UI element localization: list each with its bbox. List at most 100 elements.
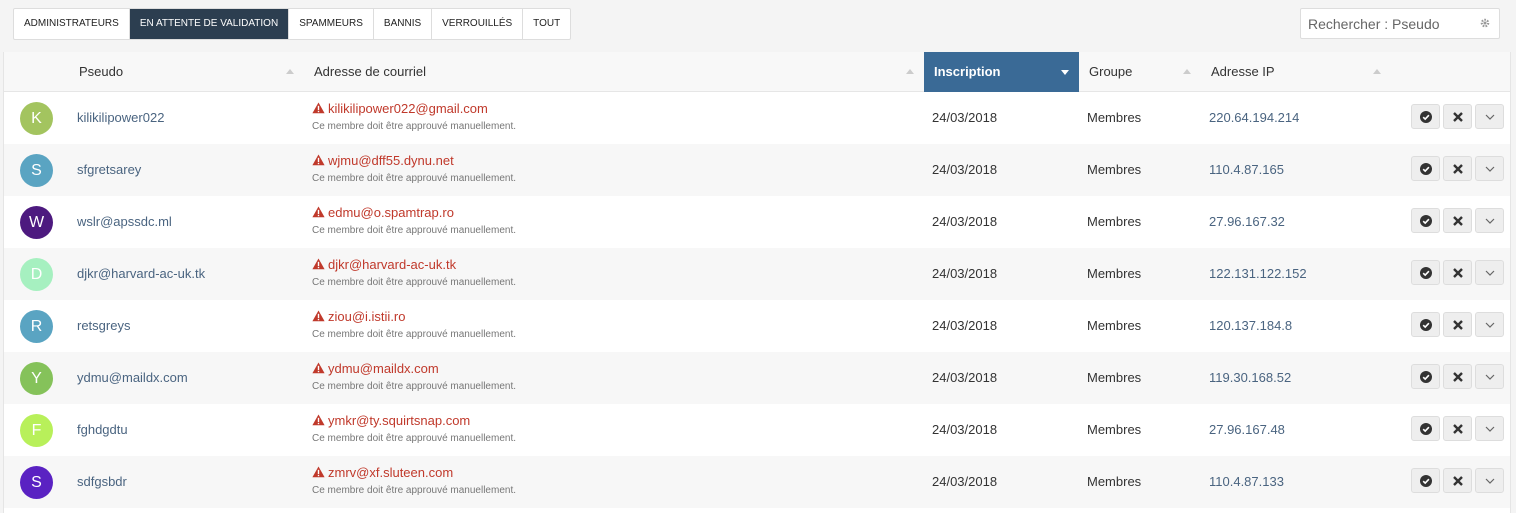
member-email-text: wjmu@dff55.dynu.net	[328, 153, 454, 168]
chevron-down-icon	[1485, 426, 1495, 432]
member-pseudo-link[interactable]: fghdgdtu	[77, 422, 128, 437]
member-email: ymkr@ty.squirtsnap.com	[312, 413, 470, 428]
reject-button[interactable]	[1443, 104, 1472, 129]
tab-bannis[interactable]: BANNIS	[374, 9, 433, 39]
tab-verrouilles[interactable]: VERROUILLÉS	[432, 9, 524, 39]
member-email-text: ymkr@ty.squirtsnap.com	[328, 413, 471, 428]
tab-spammeurs[interactable]: SPAMMEURS	[289, 9, 374, 39]
ip-address-link[interactable]: 122.131.122.152	[1209, 266, 1307, 281]
ip-address-link[interactable]: 27.96.167.32	[1209, 214, 1285, 229]
reject-button[interactable]	[1443, 208, 1472, 233]
avatar[interactable]: W	[20, 206, 53, 239]
more-actions-button[interactable]	[1475, 260, 1504, 285]
search-input[interactable]	[1308, 9, 1473, 38]
chevron-down-icon	[1485, 478, 1495, 484]
more-actions-button[interactable]	[1475, 104, 1504, 129]
table-row: Kkilikilipower022 kilikilipower022@gmail.…	[4, 92, 1510, 144]
reject-button[interactable]	[1443, 156, 1472, 181]
more-actions-button[interactable]	[1475, 468, 1504, 493]
tab-administrateurs[interactable]: ADMINISTRATEURS	[14, 9, 130, 39]
member-pseudo-link[interactable]: djkr@harvard-ac-uk.tk	[77, 266, 205, 281]
approve-button[interactable]	[1411, 312, 1440, 337]
sort-desc-icon	[1061, 70, 1069, 75]
column-pseudo[interactable]: Pseudo	[69, 52, 304, 92]
registration-date: 24/03/2018	[932, 474, 998, 489]
avatar[interactable]: D	[20, 258, 53, 291]
member-email: edmu@o.spamtrap.ro	[312, 205, 454, 220]
approve-button[interactable]	[1411, 468, 1440, 493]
column-inscription[interactable]: Inscription	[924, 52, 1079, 92]
approve-button[interactable]	[1411, 416, 1440, 441]
member-pseudo-link[interactable]: retsgreys	[77, 318, 130, 333]
check-circle-icon	[1420, 267, 1432, 279]
member-email-text: kilikilipower022@gmail.com	[328, 101, 488, 116]
ip-address-link[interactable]: 27.96.167.48	[1209, 422, 1285, 437]
approval-note: Ce membre doit être approuvé manuellemen…	[312, 485, 516, 496]
more-actions-button[interactable]	[1475, 364, 1504, 389]
reject-button[interactable]	[1443, 416, 1472, 441]
avatar[interactable]: F	[20, 414, 53, 447]
close-icon	[1453, 476, 1463, 486]
member-email-text: djkr@harvard-ac-uk.tk	[328, 257, 457, 272]
approval-note: Ce membre doit être approuvé manuellemen…	[312, 173, 516, 184]
sort-icon	[1373, 69, 1381, 74]
avatar[interactable]: Y	[20, 362, 53, 395]
member-pseudo-link[interactable]: sfgretsarey	[77, 162, 141, 177]
member-pseudo-link[interactable]: kilikilipower022	[77, 110, 164, 125]
member-email: wjmu@dff55.dynu.net	[312, 153, 454, 168]
tab-en-attente-de-validation[interactable]: EN ATTENTE DE VALIDATION	[129, 9, 290, 39]
toolbar: ADMINISTRATEURS EN ATTENTE DE VALIDATION…	[0, 0, 1516, 52]
filter-tabs: ADMINISTRATEURS EN ATTENTE DE VALIDATION…	[13, 8, 572, 40]
avatar[interactable]: S	[20, 466, 53, 499]
member-group: Membres	[1087, 474, 1142, 489]
ip-address-link[interactable]: 120.137.184.8	[1209, 318, 1292, 333]
member-email: zmrv@xf.sluteen.com	[312, 465, 453, 480]
column-inscription-label: Inscription	[934, 64, 1001, 79]
column-ip[interactable]: Adresse IP	[1201, 52, 1391, 92]
ip-address-link[interactable]: 110.4.87.133	[1209, 474, 1284, 489]
avatar[interactable]: R	[20, 310, 53, 343]
approve-button[interactable]	[1411, 156, 1440, 181]
approval-note: Ce membre doit être approuvé manuellemen…	[312, 381, 516, 392]
column-groupe[interactable]: Groupe	[1079, 52, 1201, 92]
table-row: Wwslr@apssdc.ml edmu@o.spamtrap.ro Ce memb…	[4, 196, 1510, 248]
check-circle-icon	[1420, 215, 1432, 227]
member-email: kilikilipower022@gmail.com	[312, 101, 488, 116]
close-icon	[1453, 424, 1463, 434]
warning-icon	[312, 414, 325, 426]
more-actions-button[interactable]	[1475, 416, 1504, 441]
ip-address-link[interactable]: 119.30.168.52	[1209, 370, 1291, 385]
warning-icon	[312, 206, 325, 218]
approve-button[interactable]	[1411, 260, 1440, 285]
ip-address-link[interactable]: 110.4.87.165	[1209, 162, 1284, 177]
member-group: Membres	[1087, 318, 1142, 333]
reject-button[interactable]	[1443, 468, 1472, 493]
column-email[interactable]: Adresse de courriel	[304, 52, 924, 92]
more-actions-button[interactable]	[1475, 156, 1504, 181]
approve-button[interactable]	[1411, 104, 1440, 129]
approve-button[interactable]	[1411, 364, 1440, 389]
chevron-down-icon	[1485, 166, 1495, 172]
gear-icon[interactable]	[1479, 17, 1491, 29]
warning-icon	[312, 102, 325, 114]
close-icon	[1453, 268, 1463, 278]
avatar[interactable]: S	[20, 154, 53, 187]
avatar[interactable]: K	[20, 102, 53, 135]
member-email: ydmu@maildx.com	[312, 361, 439, 376]
more-actions-button[interactable]	[1475, 312, 1504, 337]
reject-button[interactable]	[1443, 260, 1472, 285]
member-pseudo-link[interactable]: sdfgsbdr	[77, 474, 127, 489]
approve-button[interactable]	[1411, 208, 1440, 233]
table-row: Ffghdgdtu ymkr@ty.squirtsnap.com Ce membre…	[4, 404, 1510, 456]
member-email-text: zmrv@xf.sluteen.com	[328, 465, 454, 480]
more-actions-button[interactable]	[1475, 208, 1504, 233]
chevron-down-icon	[1485, 374, 1495, 380]
reject-button[interactable]	[1443, 364, 1472, 389]
column-ip-label: Adresse IP	[1211, 64, 1275, 79]
tab-tout[interactable]: TOUT	[523, 9, 570, 39]
reject-button[interactable]	[1443, 312, 1472, 337]
member-pseudo-link[interactable]: wslr@apssdc.ml	[77, 214, 172, 229]
member-pseudo-link[interactable]: ydmu@maildx.com	[77, 370, 188, 385]
ip-address-link[interactable]: 220.64.194.214	[1209, 110, 1299, 125]
chevron-down-icon	[1485, 270, 1495, 276]
